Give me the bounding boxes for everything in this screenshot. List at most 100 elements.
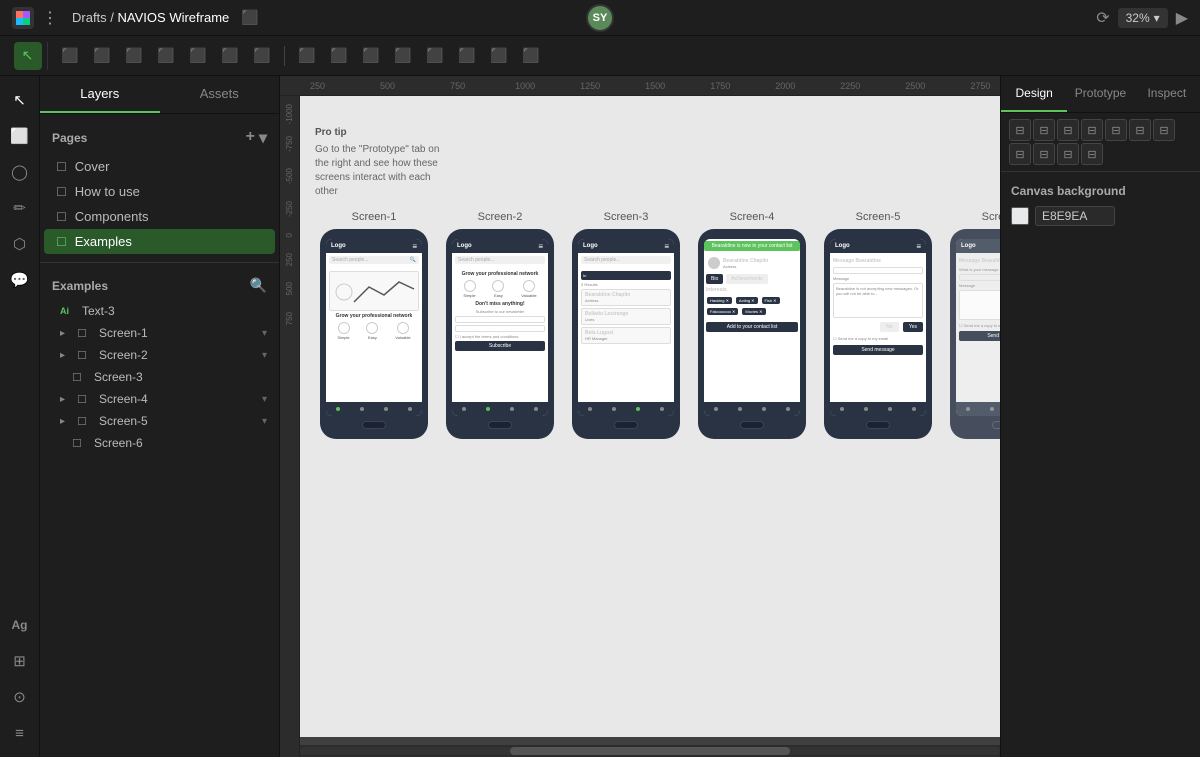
rt-align-top[interactable]: ⊟ <box>1105 119 1127 141</box>
collapse-screen4-icon[interactable]: ▾ <box>262 394 267 405</box>
page-item-examples[interactable]: ☐ Examples <box>44 229 275 254</box>
phone-frame-6[interactable]: Logo ≡ Message Bearaldine What is your m… <box>950 229 1000 439</box>
layer-item-screen1[interactable]: ▸ ☐ Screen-1 ▾ <box>40 322 279 344</box>
align-middle-v[interactable]: ⬛ <box>216 42 244 70</box>
tidy-up[interactable]: ⬛ <box>325 42 353 70</box>
tool-extra5[interactable]: ⬛ <box>485 42 513 70</box>
save-icon[interactable]: ⬛ <box>241 9 258 26</box>
history-icon[interactable]: ⟳ <box>1096 8 1109 28</box>
page-cover-label: Cover <box>75 159 110 174</box>
phone-screen-6: Logo ≡ Message Bearaldine What is your m… <box>956 239 1000 416</box>
page-item-how-to-use[interactable]: ☐ How to use <box>44 179 275 204</box>
phone-frame-3[interactable]: Logo ≡ Search people... In 3 Results Bea… <box>572 229 680 439</box>
plugin-icon[interactable]: ⬡ <box>4 228 36 260</box>
canvas-color-swatch[interactable] <box>1011 207 1029 225</box>
tool-extra2[interactable]: ⬛ <box>389 42 417 70</box>
expand-screen1-icon: ▸ <box>60 328 65 339</box>
phone-frame-2[interactable]: Logo ≡ Search people... Grow your profes… <box>446 229 554 439</box>
rt-extra2[interactable]: ⊟ <box>1081 143 1103 165</box>
select-tool[interactable]: ↖ <box>14 42 42 70</box>
align-right[interactable]: ⬛ <box>120 42 148 70</box>
collapse-pages-icon[interactable]: ▾ <box>259 128 267 148</box>
layer-item-text3[interactable]: Ai Text-3 <box>40 300 279 322</box>
rt-align-center[interactable]: ⊟ <box>1033 119 1055 141</box>
rt-flip-v[interactable]: ⊟ <box>1033 143 1055 165</box>
page-item-components[interactable]: ☐ Components <box>44 204 275 229</box>
layer-screen4-label: Screen-4 <box>99 392 148 406</box>
comment-icon[interactable]: 💬 <box>4 264 36 296</box>
rt-align-mid[interactable]: ⊟ <box>1129 119 1151 141</box>
phone-frame-4[interactable]: Bearaldine is now in your contact list B… <box>698 229 806 439</box>
page-item-cover[interactable]: ☐ Cover <box>44 154 275 179</box>
menu-dots[interactable]: ⋮ <box>42 8 58 28</box>
tool-extra1[interactable]: ⬛ <box>357 42 385 70</box>
tool-extra3[interactable]: ⬛ <box>421 42 449 70</box>
tab-design[interactable]: Design <box>1001 76 1067 112</box>
rt-flip-h[interactable]: ⊟ <box>1009 143 1031 165</box>
layer-item-screen6[interactable]: ☐ Screen-6 <box>40 432 279 454</box>
page-doc-icon3: ☐ <box>56 210 67 224</box>
sidebar-content: Pages + ▾ ☐ Cover ☐ How to use ☐ Compone… <box>40 114 279 757</box>
zoom-button[interactable]: 32% ▾ <box>1118 8 1168 28</box>
rt-extra1[interactable]: ⊟ <box>1057 143 1079 165</box>
phone-screen-5: Logo ≡ Message Bearaldine Message Bearal… <box>830 239 926 416</box>
collapse-screen2-icon[interactable]: ▾ <box>262 350 267 361</box>
shape-icon[interactable]: ◯ <box>4 156 36 188</box>
settings-icon-bottom[interactable]: ⊙ <box>4 681 36 713</box>
left-sidebar: Layers Assets Pages + ▾ ☐ Cover ☐ How to… <box>40 76 280 757</box>
frame-icon[interactable]: ⬜ <box>4 120 36 152</box>
select-icon[interactable]: ↖ <box>4 84 36 116</box>
tool-extra4[interactable]: ⬛ <box>453 42 481 70</box>
screen-group-4: Screen-4 Bearaldine is now in your conta… <box>698 211 806 439</box>
tab-assets[interactable]: Assets <box>160 76 280 113</box>
topbar-left: ⋮ Drafts / NAVIOS Wireframe ⬛ <box>12 7 259 29</box>
distribute-h[interactable]: ⬛ <box>152 42 180 70</box>
layer-item-screen4[interactable]: ▸ ☐ Screen-4 ▾ <box>40 388 279 410</box>
pen-icon[interactable]: ✏ <box>4 192 36 224</box>
expand-screen2-icon: ▸ <box>60 350 65 361</box>
tab-layers[interactable]: Layers <box>40 76 160 113</box>
canvas-area[interactable]: 250 500 750 1000 1250 1500 1750 2000 225… <box>280 76 1000 757</box>
scrollbar-thumb[interactable] <box>510 747 790 755</box>
add-page-icon[interactable]: + <box>246 128 255 148</box>
phone-frame-5[interactable]: Logo ≡ Message Bearaldine Message Bearal… <box>824 229 932 439</box>
text-icon-bottom[interactable]: Ag <box>4 609 36 641</box>
rt-distribute[interactable]: ⊟ <box>1081 119 1103 141</box>
layer-item-screen3[interactable]: ☐ Screen-3 <box>40 366 279 388</box>
phone-screen-4: Bearaldine is now in your contact list B… <box>704 239 800 416</box>
protip-box: Pro tip Go to the "Prototype" tab on the… <box>315 126 445 199</box>
align-top[interactable]: ⬛ <box>184 42 212 70</box>
collapse-screen1-icon[interactable]: ▾ <box>262 328 267 339</box>
canvas-scrollbar[interactable] <box>300 745 1000 757</box>
phone-screen-3: Logo ≡ Search people... In 3 Results Bea… <box>578 239 674 416</box>
layers-icon-bottom[interactable]: ≡ <box>4 717 36 749</box>
align-left[interactable]: ⬛ <box>56 42 84 70</box>
breadcrumb: Drafts / NAVIOS Wireframe <box>72 10 229 25</box>
home-btn-6 <box>992 421 1000 429</box>
rt-align-bottom[interactable]: ⊟ <box>1153 119 1175 141</box>
align-bottom[interactable]: ⬛ <box>248 42 276 70</box>
page-doc-icon4: ☐ <box>56 235 67 249</box>
page-components-label: Components <box>75 209 149 224</box>
home-btn-1 <box>362 421 386 429</box>
distribute-v[interactable]: ⬛ <box>293 42 321 70</box>
collapse-screen5-icon[interactable]: ▾ <box>262 416 267 427</box>
layer-item-screen2[interactable]: ▸ ☐ Screen-2 ▾ <box>40 344 279 366</box>
layers-search-icon[interactable]: 🔍 <box>250 277 267 294</box>
tab-inspect[interactable]: Inspect <box>1134 76 1200 112</box>
layer-item-screen5[interactable]: ▸ ☐ Screen-5 ▾ <box>40 410 279 432</box>
rt-align-left[interactable]: ⊟ <box>1009 119 1031 141</box>
page-doc-icon: ☐ <box>56 160 67 174</box>
next-icon[interactable]: ▶ <box>1176 8 1188 28</box>
layer-screen5-label: Screen-5 <box>99 414 148 428</box>
align-center-h[interactable]: ⬛ <box>88 42 116 70</box>
canvas-content[interactable]: Pro tip Go to the "Prototype" tab on the… <box>300 96 1000 737</box>
canvas-color-input[interactable] <box>1035 206 1115 226</box>
tab-prototype[interactable]: Prototype <box>1067 76 1133 112</box>
phone-frame-1[interactable]: Logo ≡ Search people...🔍 <box>320 229 428 439</box>
tool-extra6[interactable]: ⬛ <box>517 42 545 70</box>
rt-align-right[interactable]: ⊟ <box>1057 119 1079 141</box>
screen-group-3: Screen-3 Logo ≡ Search people... In 3 Re… <box>572 211 680 439</box>
user-avatar[interactable]: SY <box>586 4 614 32</box>
grid-icon-bottom[interactable]: ⊞ <box>4 645 36 677</box>
